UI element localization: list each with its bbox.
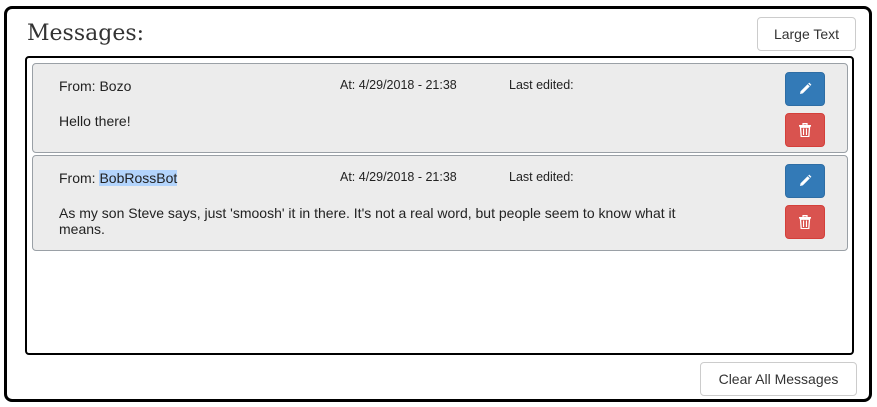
pencil-icon	[798, 174, 812, 188]
trash-icon	[799, 123, 811, 137]
from-label: From:	[59, 78, 100, 94]
edit-message-button[interactable]	[785, 164, 825, 198]
trash-icon	[799, 215, 811, 229]
messages-panel: Messages: Large Text From: Bozo At: 4/29…	[4, 6, 872, 402]
from-label: From:	[59, 170, 100, 186]
message-body: Hello there!	[59, 113, 131, 129]
from-name: BobRossBot	[99, 170, 178, 186]
message-body: As my son Steve says, just 'smoosh' it i…	[59, 205, 676, 237]
from-name: Bozo	[99, 78, 132, 94]
message-last-edited: Last edited:	[509, 78, 574, 92]
message-item: From: Bozo At: 4/29/2018 - 21:38 Last ed…	[32, 63, 848, 153]
message-list[interactable]: From: Bozo At: 4/29/2018 - 21:38 Last ed…	[25, 56, 854, 355]
page-title: Messages:	[27, 21, 145, 46]
delete-message-button[interactable]	[785, 113, 825, 147]
message-timestamp: At: 4/29/2018 - 21:38	[340, 170, 457, 184]
message-item: From: BobRossBot At: 4/29/2018 - 21:38 L…	[32, 155, 848, 251]
message-last-edited: Last edited:	[509, 170, 574, 184]
message-timestamp: At: 4/29/2018 - 21:38	[340, 78, 457, 92]
large-text-button[interactable]: Large Text	[757, 17, 856, 51]
clear-all-messages-button[interactable]: Clear All Messages	[700, 362, 857, 396]
edit-message-button[interactable]	[785, 72, 825, 106]
message-from: From: BobRossBot	[59, 170, 178, 186]
pencil-icon	[798, 82, 812, 96]
delete-message-button[interactable]	[785, 205, 825, 239]
message-from: From: Bozo	[59, 78, 131, 94]
